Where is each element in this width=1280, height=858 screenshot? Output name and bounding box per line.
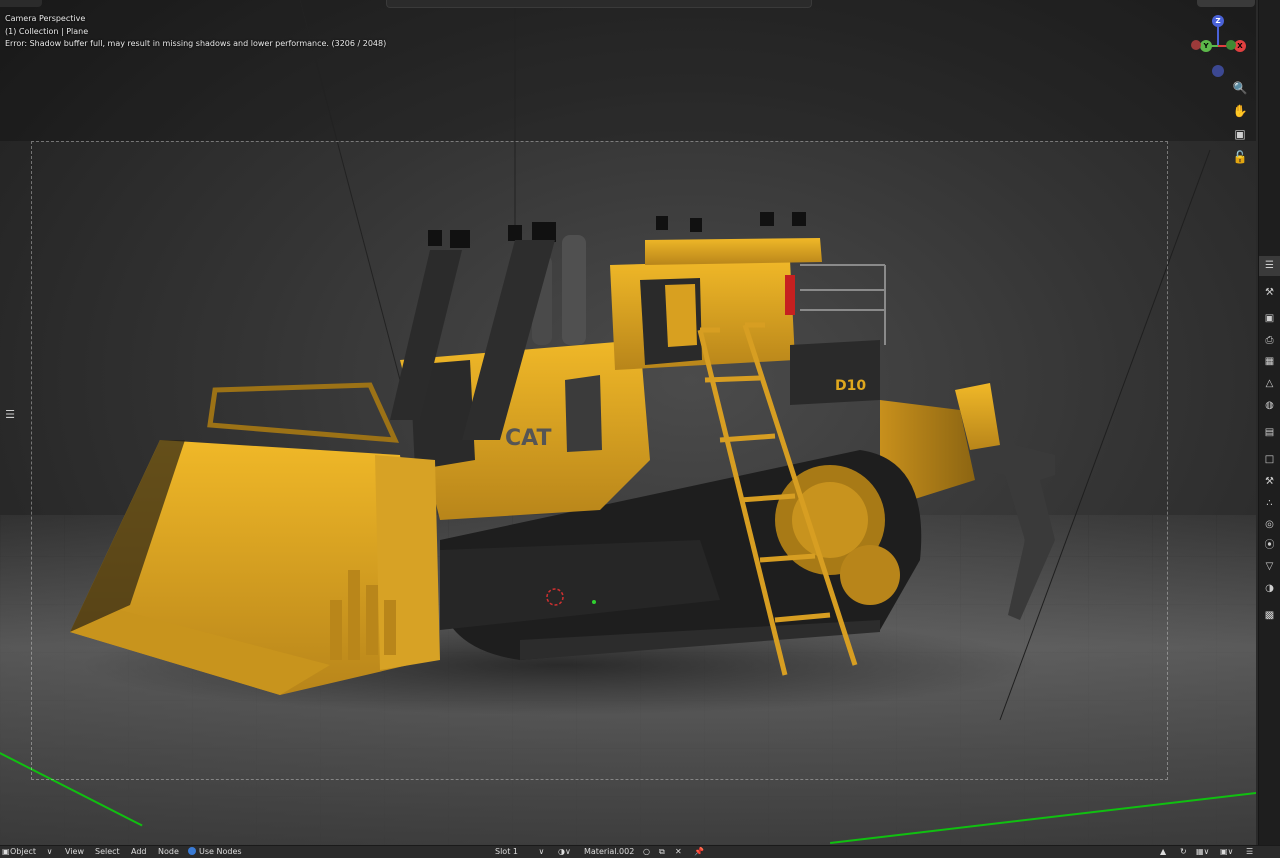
use-nodes-checkbox[interactable]	[188, 847, 196, 855]
options-button[interactable]	[1197, 0, 1255, 7]
menu-node[interactable]: Node	[158, 846, 179, 858]
slot-dropdown[interactable]: Slot 1 ∨	[495, 846, 544, 858]
world-icon[interactable]: ◍	[1259, 396, 1280, 416]
hand-icon[interactable]: ✋	[1230, 101, 1250, 121]
gizmo-y-neg-ball[interactable]	[1226, 40, 1236, 50]
duplicate-material-icon[interactable]: ⧉	[659, 846, 665, 858]
slot-label: Slot 1	[495, 847, 518, 856]
chevron-down-icon: ∨	[46, 847, 53, 856]
render-icon[interactable]: ▣	[1259, 309, 1280, 329]
output-icon[interactable]: ⎙	[1259, 331, 1280, 351]
object-icon[interactable]: □	[1259, 450, 1280, 470]
gizmo-neg-x-ball[interactable]	[1191, 40, 1201, 50]
texture-icon[interactable]: ▩	[1259, 606, 1280, 626]
menu-add[interactable]: Add	[131, 846, 147, 858]
shadow-error-text: Error: Shadow buffer full, may result in…	[5, 39, 387, 48]
unlink-material-icon[interactable]: ✕	[675, 846, 682, 858]
editor-type-icon[interactable]: ▣	[2, 846, 10, 858]
node-wrangler-icon[interactable]: ▦∨	[1196, 846, 1209, 858]
camera-frame	[31, 141, 1168, 780]
material-icon[interactable]: ◑	[1259, 579, 1280, 599]
overlay-toggle-icon[interactable]: ▣∨	[1220, 846, 1233, 858]
camera-icon[interactable]: ▣	[1230, 124, 1250, 144]
lock-icon[interactable]: 🔓	[1230, 147, 1250, 167]
constraints-icon[interactable]: ⦿	[1259, 536, 1280, 556]
undo-history-icon[interactable]: ↻	[1180, 846, 1187, 858]
zoom-icon[interactable]: 🔍	[1230, 78, 1250, 98]
sidebar-toggle-icon[interactable]: ☰	[1246, 846, 1253, 858]
object-mode-label: Object	[10, 847, 37, 856]
view-name-text: Camera Perspective	[5, 14, 86, 23]
tool-icon[interactable]: ⚒	[1259, 283, 1280, 303]
3d-viewport[interactable]: CAT D10 Camera Perspective (1) Collectio…	[0, 0, 1256, 845]
object-mode-dropdown[interactable]: Object ∨	[10, 846, 52, 858]
fake-user-icon[interactable]: ○	[643, 846, 650, 858]
menu-view[interactable]: View	[65, 846, 84, 858]
physics-icon[interactable]: ◎	[1259, 515, 1280, 535]
view-layer-icon[interactable]: ▦	[1259, 352, 1280, 372]
viewport-header-toolbar[interactable]	[386, 0, 812, 8]
modifier-icon[interactable]: ⚒	[1259, 472, 1280, 492]
chevron-down-icon: ∨	[538, 847, 545, 856]
scene-icon[interactable]: △	[1259, 374, 1280, 394]
gizmo-y-ball[interactable]: Y	[1200, 40, 1212, 52]
pin-icon[interactable]: 📌	[694, 846, 704, 858]
navigation-gizmo[interactable]: Z X Y	[1188, 12, 1248, 82]
gizmo-neg-z-ball[interactable]	[1212, 65, 1224, 77]
collection-name-text: (1) Collection | Plane	[5, 27, 89, 36]
particles-icon[interactable]: ∴	[1259, 494, 1280, 514]
editor-type-menu[interactable]	[0, 0, 42, 7]
use-nodes-label: Use Nodes	[199, 847, 242, 856]
gizmo-z-ball[interactable]: Z	[1212, 15, 1224, 27]
collection-icon[interactable]: ▤	[1259, 423, 1280, 443]
material-name-field[interactable]: Material.002	[584, 846, 634, 858]
toolbar-toggle-icon[interactable]: ☰	[2, 406, 18, 424]
material-browse-icon[interactable]: ◑∨	[558, 846, 571, 858]
shader-editor-header: ▣ Object ∨ View Select Add Node Use Node…	[0, 845, 1280, 858]
data-icon[interactable]: ▽	[1259, 557, 1280, 577]
snap-icon[interactable]: ▲	[1160, 846, 1166, 858]
tab-header-icon[interactable]: ☰	[1259, 256, 1280, 276]
use-nodes-toggle[interactable]: Use Nodes	[188, 846, 242, 858]
menu-select[interactable]: Select	[95, 846, 120, 858]
